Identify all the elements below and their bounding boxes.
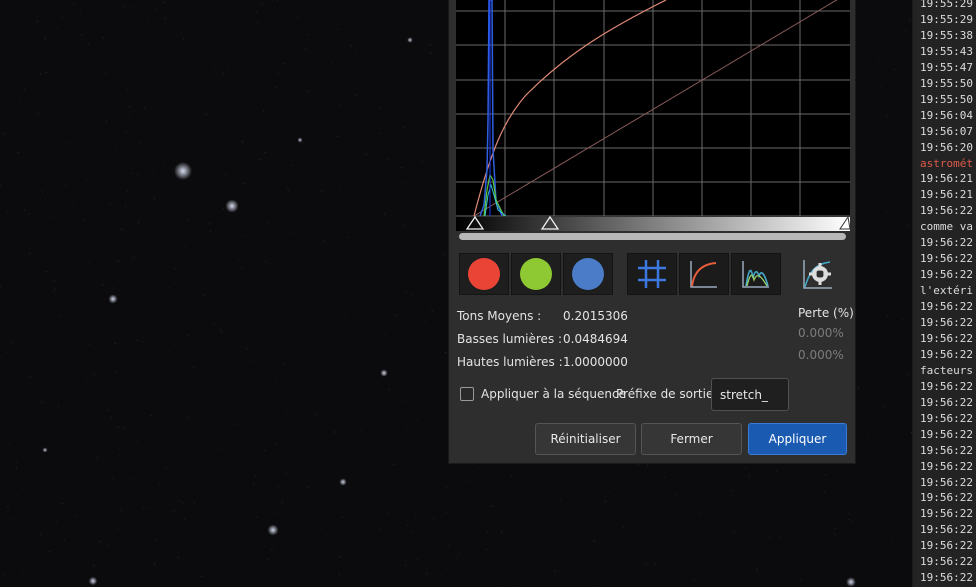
log-line: 19:55:43 [920, 44, 973, 58]
identity-line [473, 0, 838, 217]
log-line: 19:56:22 [920, 507, 973, 521]
histogram-view[interactable] [456, 0, 850, 231]
shadows-value: 0.0484694 [563, 332, 628, 346]
red-channel-button[interactable] [459, 253, 509, 295]
auto-stretch-button[interactable] [797, 253, 839, 295]
log-line: 19:55:47 [920, 60, 973, 74]
display-toggles [627, 253, 781, 295]
blue-channel-button[interactable] [563, 253, 613, 295]
log-line: 19:56:22 [920, 459, 973, 473]
green-channel-icon [520, 258, 552, 290]
grid-icon [638, 260, 666, 288]
shadows-label: Basses lumières : [457, 332, 563, 346]
apply-button[interactable]: Appliquer [748, 423, 847, 455]
zoom-slider[interactable] [459, 233, 846, 240]
apply-sequence-label[interactable]: Appliquer à la séquence [481, 387, 626, 401]
grid-toggle-button[interactable] [627, 253, 677, 295]
blue-channel-icon [572, 258, 604, 290]
highlights-value: 1.0000000 [563, 355, 628, 369]
log-line: 19:56:20 [920, 140, 973, 154]
loss-shadows-value: 0.000% [798, 326, 844, 340]
console-log-panel[interactable]: 19:55:29 19:55:29 19:55:38 19:55:43 19:55:47… [912, 0, 976, 587]
histogram-dialog: Tons Moyens : 0.2015306 Basses lumières … [448, 0, 856, 464]
log-line: 19:56:22 [920, 475, 973, 489]
log-line: 19:56:22 [920, 236, 973, 250]
output-prefix-label: Préfixe de sortie : [616, 387, 722, 401]
curve-icon [690, 261, 717, 288]
log-line: 19:55:50 [920, 92, 973, 106]
reset-button[interactable]: Réinitialiser [535, 423, 636, 455]
histogram-plot [456, 0, 850, 231]
log-line: 19:56:22 [920, 300, 973, 314]
log-line: 19:55:38 [920, 28, 973, 42]
output-prefix-input[interactable] [711, 378, 789, 411]
log-line: facteurs [920, 363, 973, 377]
log-line: 19:56:22 [920, 539, 973, 553]
log-line: l'extéri [920, 284, 973, 298]
log-line: 19:56:22 [920, 395, 973, 409]
log-line: 19:56:22 [920, 316, 973, 329]
log-line: 19:55:50 [920, 76, 973, 90]
log-line: 19:56:22 [920, 523, 973, 537]
log-line: 19:55:29 [920, 12, 973, 26]
log-line: 19:56:04 [920, 108, 973, 122]
auto-stretch-icon [803, 260, 832, 289]
highlights-label: Hautes lumières : [457, 355, 563, 369]
gradient-bar [456, 217, 850, 231]
histogram-icon [742, 261, 769, 288]
midtones-label: Tons Moyens : [457, 309, 542, 323]
log-line: astromét [920, 156, 973, 170]
log-line: 19:56:22 [920, 379, 973, 393]
log-line: 19:55:29 [920, 0, 973, 10]
log-line: 19:56:21 [920, 188, 973, 202]
log-line: 19:56:22 [920, 347, 973, 361]
log-line: 19:56:22 [920, 571, 973, 585]
log-line: 19:56:22 [920, 443, 973, 457]
green-channel-button[interactable] [511, 253, 561, 295]
loss-title: Perte (%) [798, 306, 854, 320]
apply-sequence-checkbox[interactable] [460, 387, 474, 401]
log-line: 19:56:22 [920, 252, 973, 266]
log-line: 19:56:22 [920, 427, 973, 441]
log-line: 19:56:22 [920, 268, 973, 282]
log-line: 19:56:22 [920, 204, 973, 218]
log-line: 19:56:07 [920, 124, 973, 138]
curve-toggle-button[interactable] [679, 253, 729, 295]
channel-toggles [459, 253, 613, 295]
log-line: 19:56:22 [920, 411, 973, 425]
log-line: 19:56:22 [920, 491, 973, 505]
loss-highlights-value: 0.000% [798, 348, 844, 362]
log-line: 19:56:22 [920, 555, 973, 569]
red-channel-icon [468, 258, 500, 290]
log-line: comme va [920, 220, 973, 234]
transfer-curve [473, 0, 667, 217]
log-line: 19:56:22 [920, 331, 973, 345]
midtones-value: 0.2015306 [563, 309, 628, 323]
histogram-toggle-button[interactable] [731, 253, 781, 295]
close-button[interactable]: Fermer [641, 423, 742, 455]
log-line: 19:56:21 [920, 172, 973, 186]
